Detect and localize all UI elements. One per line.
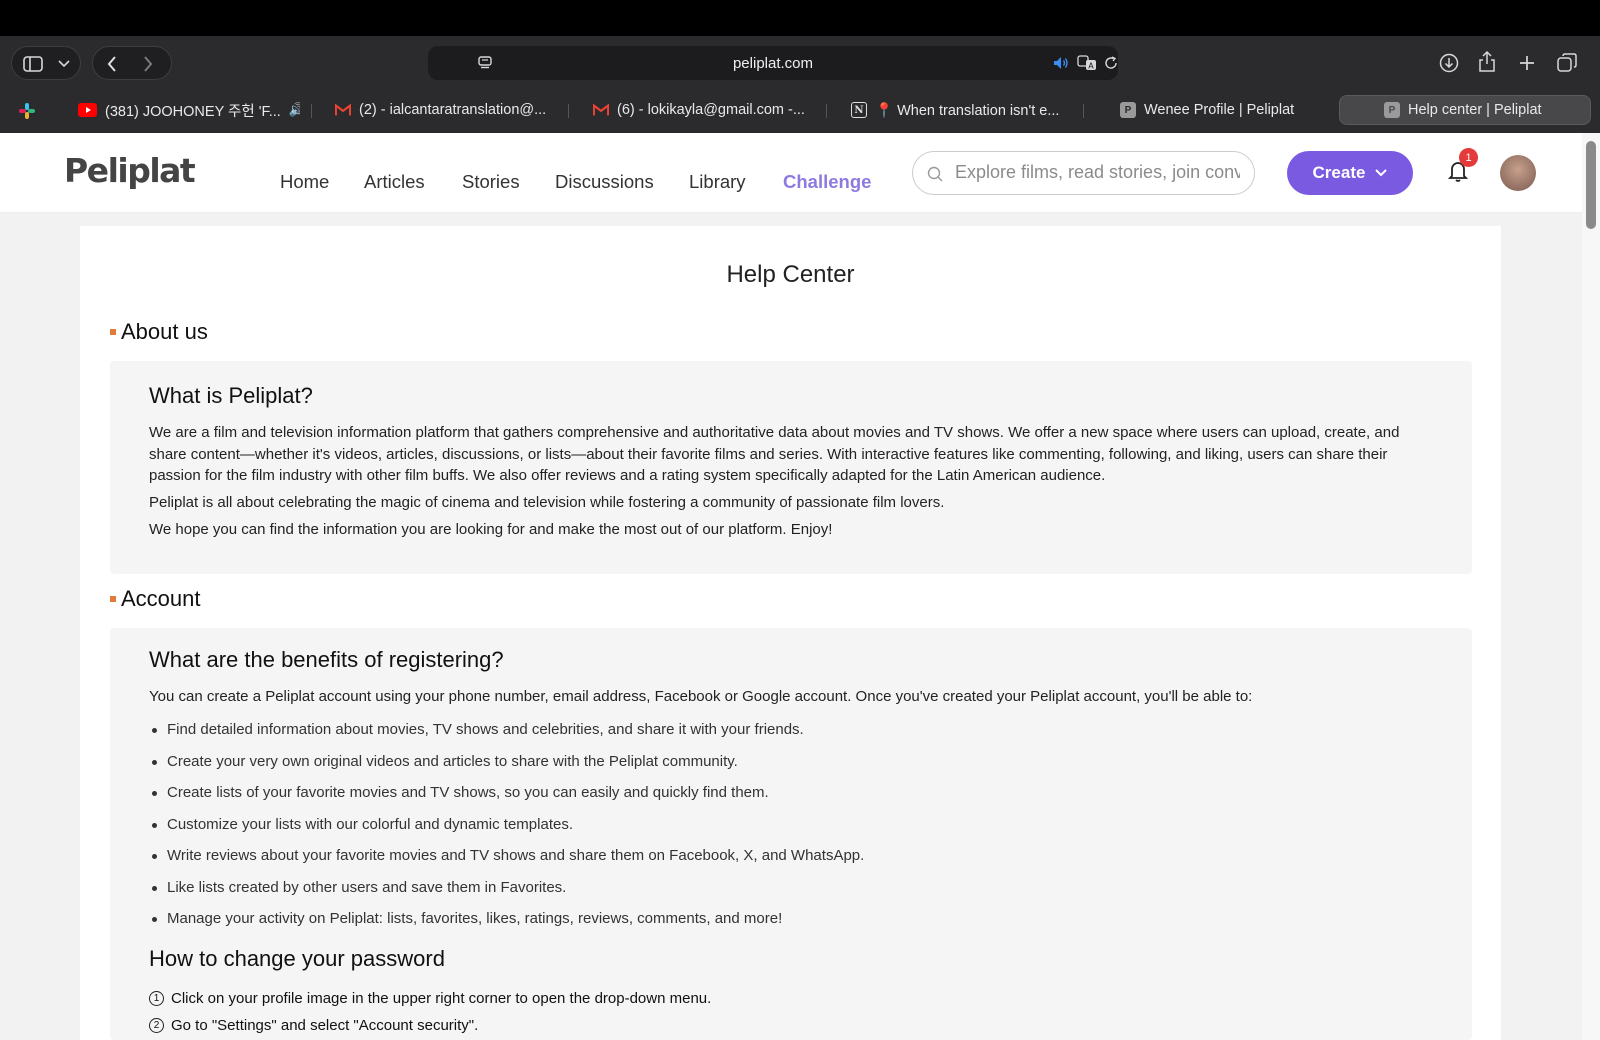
nav-home[interactable]: Home	[280, 171, 329, 193]
list-item: Create your very own original videos and…	[151, 753, 864, 785]
peliplat-logo[interactable]: Peliplat	[64, 151, 196, 190]
about-paragraph: We hope you can find the information you…	[149, 521, 833, 538]
nav-discussions[interactable]: Discussions	[555, 171, 654, 193]
tab-audio-icon[interactable]: 🔊	[289, 102, 300, 118]
youtube-icon	[78, 103, 97, 117]
nav-stories[interactable]: Stories	[462, 171, 520, 193]
nav-library[interactable]: Library	[689, 171, 746, 193]
list-item: Write reviews about your favorite movies…	[151, 847, 864, 879]
address-bar[interactable]: peliplat.com A	[428, 46, 1118, 80]
slack-icon[interactable]	[16, 100, 38, 122]
reload-icon[interactable]	[1102, 54, 1120, 72]
scrollbar[interactable]	[1582, 133, 1600, 1040]
tab-divider	[311, 104, 312, 118]
gmail-icon	[593, 102, 609, 118]
url-text[interactable]: peliplat.com	[428, 55, 1118, 72]
site-header: Peliplat Home Articles Stories Discussio…	[0, 133, 1600, 213]
back-arrow-icon[interactable]	[103, 55, 121, 73]
tab-label: Help center | Peliplat	[1408, 102, 1542, 118]
step-item: 1 Click on your profile image in the upp…	[149, 990, 711, 1007]
step-text: Go to "Settings" and select "Account sec…	[171, 1017, 479, 1034]
page-title: Help Center	[726, 261, 855, 288]
peliplat-icon: P	[1384, 102, 1400, 118]
account-intro: You can create a Peliplat account using …	[149, 688, 1253, 705]
tab-notion[interactable]: N 📍 When translation isn't e...	[851, 95, 1076, 125]
tab-gmail-2[interactable]: (6) - lokikayla@gmail.com -...	[593, 95, 823, 125]
avatar[interactable]	[1500, 155, 1536, 191]
peliplat-icon: P	[1120, 102, 1136, 118]
nav-articles[interactable]: Articles	[364, 171, 425, 193]
about-paragraph: We are a film and television information…	[149, 424, 1400, 484]
tab-overview-icon[interactable]	[1556, 52, 1578, 74]
nav-challenge[interactable]: Challenge	[783, 171, 871, 193]
list-item: Customize your lists with our colorful a…	[151, 816, 864, 848]
tab-label: Wenee Profile | Peliplat	[1144, 102, 1295, 118]
section-heading-text: Account	[121, 586, 201, 611]
tab-label: (381) JOOHONEY 주헌 'F...	[105, 103, 281, 120]
browser-chrome: N peliplat.com A (381) JOOHONEY 주헌 'F	[0, 36, 1600, 133]
sidebar-toggle-group[interactable]	[11, 46, 81, 80]
search-icon	[926, 165, 944, 183]
speaker-icon[interactable]	[1052, 54, 1070, 72]
about-paragraph: Peliplat is all about celebrating the ma…	[149, 494, 945, 511]
tab-wenee-profile[interactable]: P Wenee Profile | Peliplat	[1120, 95, 1320, 125]
tab-label: 📍 When translation isn't e...	[875, 102, 1060, 119]
tab-youtube[interactable]: (381) JOOHONEY 주헌 'F... 🔊	[78, 95, 300, 125]
notification-badge: 1	[1459, 148, 1478, 167]
tab-help-center[interactable]: P Help center | Peliplat	[1339, 95, 1591, 125]
svg-text:A: A	[1088, 62, 1094, 71]
benefits-list: Find detailed information about movies, …	[151, 721, 864, 942]
download-icon[interactable]	[1437, 51, 1461, 75]
new-tab-icon[interactable]	[1516, 52, 1538, 74]
chevron-down-icon	[1375, 169, 1388, 177]
sidebar-icon[interactable]	[22, 55, 44, 73]
question-heading: What are the benefits of registering?	[149, 647, 504, 672]
about-box: What is Peliplat? We are a film and tele…	[110, 361, 1472, 574]
list-item: Like lists created by other users and sa…	[151, 879, 864, 911]
history-nav-group	[92, 46, 172, 80]
section-heading-text: About us	[121, 319, 208, 344]
step-number: 1	[149, 991, 164, 1006]
step-text: Click on your profile image in the upper…	[171, 990, 712, 1007]
list-item: Find detailed information about movies, …	[151, 721, 864, 753]
create-button[interactable]: Create	[1287, 151, 1413, 195]
tab-divider	[568, 104, 569, 118]
tab-divider	[1083, 104, 1084, 118]
section-heading-account: Account	[110, 586, 201, 612]
question-heading: What is Peliplat?	[149, 383, 313, 408]
help-center-card: Help Center About us What is Peliplat? W…	[80, 226, 1501, 1040]
system-top-bar	[0, 0, 1600, 36]
list-item: Manage your activity on Peliplat: lists,…	[151, 910, 864, 942]
search-box[interactable]	[912, 151, 1255, 195]
account-box: What are the benefits of registering? Yo…	[110, 628, 1472, 1040]
step-item: 2 Go to "Settings" and select "Account s…	[149, 1017, 478, 1034]
tab-bar: (381) JOOHONEY 주헌 'F... 🔊 (2) - ialcanta…	[0, 90, 1600, 132]
share-icon[interactable]	[1476, 50, 1498, 74]
tab-gmail-1[interactable]: (2) - ialcantaratranslation@...	[335, 95, 565, 125]
tab-divider	[826, 104, 827, 118]
step-number: 2	[149, 1018, 164, 1033]
search-input[interactable]	[955, 162, 1240, 183]
question-heading: How to change your password	[149, 946, 445, 971]
section-heading-about: About us	[110, 319, 208, 345]
scrollbar-thumb[interactable]	[1586, 141, 1596, 229]
section-marker	[110, 596, 116, 602]
list-item: Create lists of your favorite movies and…	[151, 784, 864, 816]
translate-icon[interactable]: A	[1076, 54, 1098, 72]
section-marker	[110, 329, 116, 335]
tab-label: (6) - lokikayla@gmail.com -...	[617, 102, 805, 118]
forward-arrow-icon[interactable]	[139, 55, 157, 73]
notion-icon: N	[851, 102, 867, 118]
tab-label: (2) - ialcantaratranslation@...	[359, 102, 547, 118]
chevron-down-icon[interactable]	[56, 56, 72, 72]
gmail-icon	[335, 102, 351, 118]
create-button-label: Create	[1312, 163, 1366, 182]
